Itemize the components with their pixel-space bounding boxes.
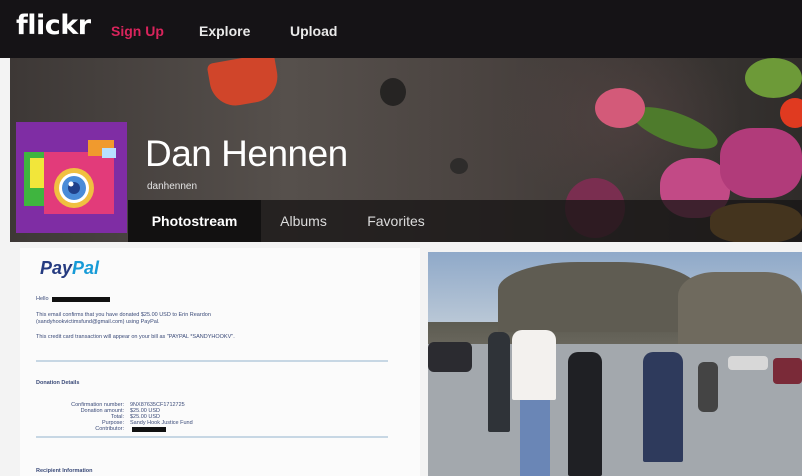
- photo-person: [520, 400, 550, 476]
- nav-upload-link[interactable]: Upload: [290, 23, 337, 39]
- detail-label: Contributor:: [95, 426, 124, 432]
- nav-sign-up-link[interactable]: Sign Up: [111, 23, 164, 39]
- tab-photostream[interactable]: Photostream: [128, 200, 261, 242]
- receipt-line: (sandyhookvictimsfund@gmail.com) using P…: [36, 319, 160, 325]
- photo-trees: [498, 262, 698, 332]
- photo-car: [728, 356, 768, 370]
- redacted-contributor: [132, 427, 166, 432]
- profile-name: Dan Hennen: [145, 133, 348, 174]
- photo-car: [428, 342, 472, 372]
- photo-trees: [678, 272, 802, 352]
- photo-person: [643, 352, 683, 462]
- divider: [36, 360, 388, 362]
- tab-favorites[interactable]: Favorites: [346, 200, 446, 242]
- receipt-greeting: Hello: [36, 296, 49, 302]
- cover-decoration: [745, 58, 802, 98]
- cover-decoration: [450, 158, 468, 174]
- avatar[interactable]: [16, 122, 127, 233]
- cover-decoration: [720, 128, 802, 198]
- paypal-logo: PayPal: [40, 258, 100, 278]
- photo-thumbnail-parking-lot[interactable]: [428, 252, 802, 476]
- section-title: Recipient Information: [36, 468, 93, 474]
- photo-person: [512, 330, 556, 400]
- tab-albums[interactable]: Albums: [261, 200, 346, 242]
- nav-explore-link[interactable]: Explore: [199, 23, 250, 39]
- camera-icon: [24, 140, 116, 214]
- detail-value: Sandy Hook Justice Fund: [130, 420, 193, 426]
- photo-person: [488, 332, 510, 432]
- cover-decoration: [380, 78, 406, 106]
- photo-person: [698, 362, 718, 412]
- receipt-line: This email confirms that you have donate…: [36, 312, 211, 318]
- photo-thumbnail-receipt[interactable]: PayPal Hello This email confirms that yo…: [20, 248, 420, 476]
- divider: [36, 436, 388, 438]
- redacted-name: [52, 297, 110, 302]
- cover-decoration: [780, 98, 802, 128]
- photo-car: [773, 358, 802, 384]
- top-nav-bar: flickr Sign Up Explore Upload: [0, 0, 802, 58]
- photo-person: [568, 352, 602, 476]
- profile-tab-bar: Photostream Albums Favorites: [128, 200, 802, 242]
- receipt-line: This credit card transaction will appear…: [36, 334, 235, 340]
- profile-handle: danhennen: [147, 181, 198, 192]
- section-title: Donation Details: [36, 380, 80, 386]
- flickr-logo[interactable]: flickr: [16, 10, 91, 41]
- cover-decoration: [206, 58, 282, 110]
- cover-decoration: [595, 88, 645, 128]
